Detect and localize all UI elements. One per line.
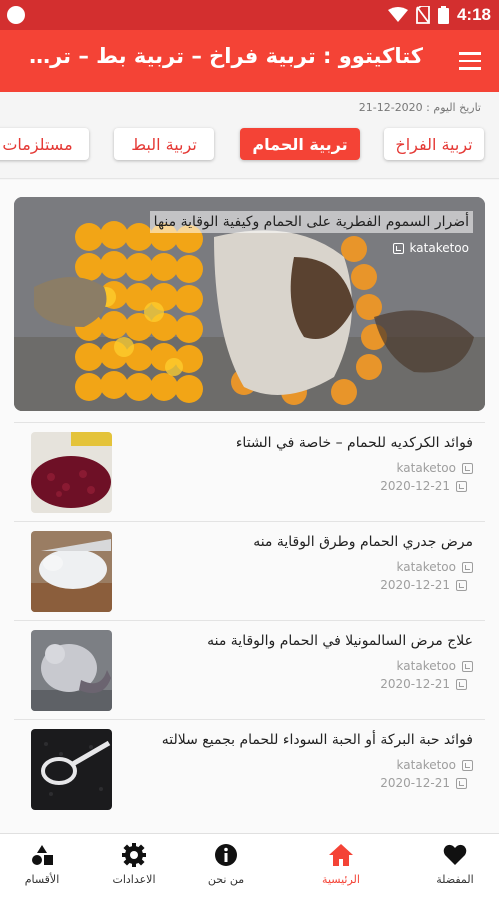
source-icon (462, 759, 473, 771)
article-thumbnail (31, 531, 112, 612)
nav-home-label: الرئيسية (322, 873, 360, 886)
tab-pigeon-farming[interactable]: تربية الحمام (240, 128, 360, 160)
today-date: تاريخ اليوم : 2020-12-21 (358, 101, 481, 114)
nav-about-label: من نحن (207, 873, 245, 886)
bottom-navigation: الأقسام الاعدادات من نحن الرئيسية المفضل… (0, 833, 499, 900)
article-source-label: kataketoo (396, 758, 456, 772)
article-source: kataketoo (397, 560, 473, 574)
nav-favorites-label: المفضلة (436, 873, 474, 886)
article-date-label: 2020-12-21 (380, 677, 450, 691)
heart-icon (442, 842, 468, 868)
article-list: فوائد الكركديه للحمام – خاصة في الشتاء k… (14, 422, 485, 818)
article-date-label: 2020-12-21 (380, 776, 450, 790)
list-item[interactable]: مرض جدري الحمام وطرق الوقاية منه kataket… (14, 521, 485, 620)
tab-supplies[interactable]: مستلزمات (0, 128, 89, 160)
source-icon (462, 462, 473, 474)
app-title: كتاكيتوو : تربية فراخ – تربية بط – تربية… (23, 44, 423, 68)
date-bar: تاريخ اليوم : 2020-12-21 (0, 92, 499, 122)
nav-settings-label: الاعدادات (112, 873, 156, 886)
article-date: 2020-12-21 (380, 677, 467, 691)
notification-circle-icon (7, 6, 25, 24)
clock-time: 4:18 (456, 5, 491, 24)
nav-home[interactable]: الرئيسية (291, 842, 391, 894)
nav-favorites[interactable]: المفضلة (405, 842, 499, 894)
nav-about[interactable]: من نحن (176, 842, 276, 894)
article-source-label: kataketoo (396, 560, 456, 574)
date-icon (456, 480, 467, 492)
nav-categories[interactable]: الأقسام (0, 842, 92, 894)
settings-gear-icon (121, 842, 147, 868)
article-title: فوائد حبة البركة أو الحبة السوداء للحمام… (161, 732, 473, 748)
wifi-icon (387, 7, 408, 22)
app-bar: كتاكيتوو : تربية فراخ – تربية بط – تربية… (0, 30, 499, 92)
article-date: 2020-12-21 (380, 479, 467, 493)
article-thumbnail (31, 729, 112, 810)
featured-source: kataketoo (392, 241, 469, 255)
featured-article[interactable]: أضرار السموم الفطرية على الحمام وكيفية ا… (14, 197, 485, 411)
article-thumbnail (31, 630, 112, 711)
info-icon (213, 842, 239, 868)
no-sim-icon (416, 6, 430, 24)
list-item[interactable]: فوائد حبة البركة أو الحبة السوداء للحمام… (14, 719, 485, 818)
category-tabs: تربية الفراخ تربية الحمام تربية البط مست… (0, 122, 499, 172)
battery-icon (437, 6, 449, 24)
source-icon (392, 242, 404, 254)
article-source: kataketoo (397, 461, 473, 475)
home-icon (328, 842, 354, 868)
list-item[interactable]: فوائد الكركديه للحمام – خاصة في الشتاء k… (14, 422, 485, 521)
article-date-label: 2020-12-21 (380, 578, 450, 592)
divider (0, 178, 499, 179)
date-icon (456, 678, 467, 690)
article-title: علاج مرض السالمونيلا في الحمام والوقاية … (207, 633, 473, 649)
featured-title: أضرار السموم الفطرية على الحمام وكيفية ا… (149, 211, 473, 233)
nav-categories-label: الأقسام (24, 873, 60, 886)
article-source-label: kataketoo (396, 461, 456, 475)
date-icon (456, 579, 467, 591)
featured-source-label: kataketoo (409, 241, 469, 255)
hamburger-menu-icon[interactable] (459, 52, 481, 70)
article-thumbnail (31, 432, 112, 513)
article-title: مرض جدري الحمام وطرق الوقاية منه (253, 534, 473, 550)
categories-shapes-icon (29, 842, 55, 868)
tab-duck-farming[interactable]: تربية البط (114, 128, 214, 160)
article-source-label: kataketoo (396, 659, 456, 673)
date-icon (456, 777, 467, 789)
article-date-label: 2020-12-21 (380, 479, 450, 493)
status-bar: 4:18 (0, 0, 499, 30)
source-icon (462, 660, 473, 672)
article-date: 2020-12-21 (380, 578, 467, 592)
nav-settings[interactable]: الاعدادات (84, 842, 184, 894)
article-title: فوائد الكركديه للحمام – خاصة في الشتاء (235, 435, 473, 451)
list-item[interactable]: علاج مرض السالمونيلا في الحمام والوقاية … (14, 620, 485, 719)
article-source: kataketoo (397, 758, 473, 772)
source-icon (462, 561, 473, 573)
article-feed[interactable]: أضرار السموم الفطرية على الحمام وكيفية ا… (0, 180, 499, 833)
article-date: 2020-12-21 (380, 776, 467, 790)
status-icons: 4:18 (387, 4, 491, 26)
article-source: kataketoo (397, 659, 473, 673)
tab-chicken-farming[interactable]: تربية الفراخ (384, 128, 484, 160)
